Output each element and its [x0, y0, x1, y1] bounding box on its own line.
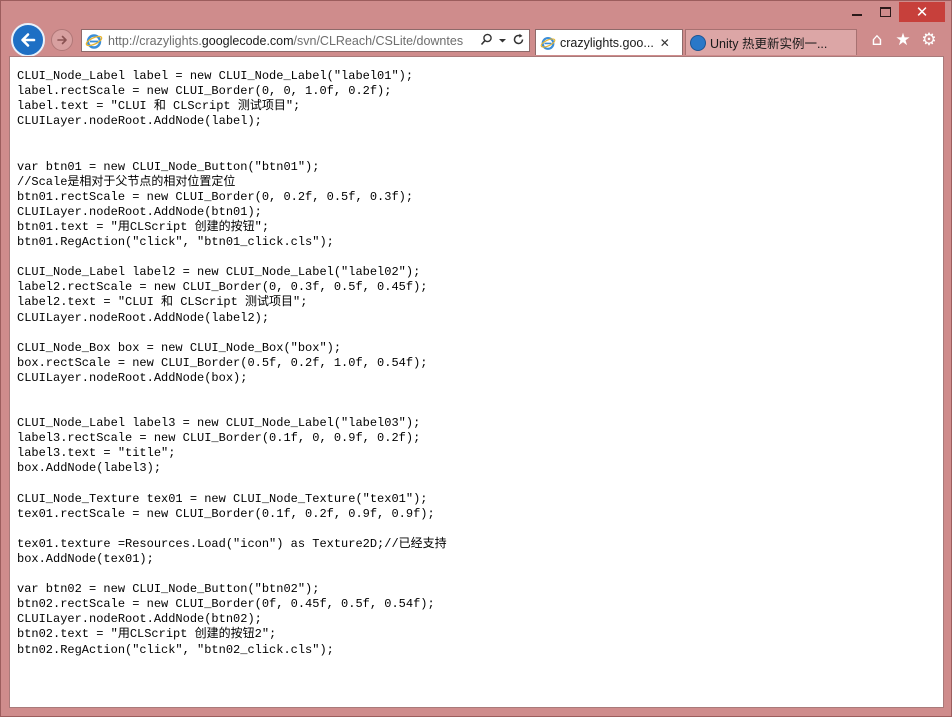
back-arrow-icon — [21, 33, 36, 47]
ie-tab-icon — [540, 36, 556, 50]
close-icon: ✕ — [915, 3, 929, 21]
code-line: var btn01 = new CLUI_Node_Button("btn01"… — [17, 159, 320, 174]
code-line: var btn02 = new CLUI_Node_Button("btn02"… — [17, 582, 320, 597]
code-line: CLUI_Node_Box box = new CLUI_Node_Box("b… — [17, 340, 342, 355]
address-url[interactable]: http://crazylights.googlecode.com/svn/CL… — [108, 34, 479, 48]
url-path: /svn/CLReach/CSLite/downtes — [293, 33, 464, 48]
code-line: btn02.RegAction("click", "btn02_click.cl… — [17, 642, 334, 657]
tab-close-icon[interactable]: ✕ — [660, 36, 670, 50]
window-caption-buttons: ✕ — [843, 2, 945, 22]
code-line: btn01.rectScale = new CLUI_Border(0, 0.2… — [17, 189, 414, 204]
code-line: CLUI_Node_Label label2 = new CLUI_Node_L… — [17, 265, 421, 280]
maximize-button[interactable] — [871, 2, 899, 22]
browser-window: ✕ http://crazylights.googlecode.com/svn/… — [0, 0, 952, 717]
code-line: CLUI_Node_Texture tex01 = new CLUI_Node_… — [17, 491, 428, 506]
source-code-text: CLUI_Node_Label label = new CLUI_Node_La… — [10, 57, 943, 658]
minimize-button[interactable] — [843, 2, 871, 22]
code-line: btn02.text = "用CLScript 创建的按钮2"; — [17, 627, 277, 642]
tab-label: Unity 热更新实例一... — [710, 37, 828, 51]
code-line: btn01.text = "用CLScript 创建的按钮"; — [17, 219, 270, 234]
site-favicon-icon — [690, 34, 706, 51]
code-line: label2.rectScale = new CLUI_Border(0, 0.… — [17, 280, 428, 295]
code-line: CLUILayer.nodeRoot.AddNode(label); — [17, 114, 262, 129]
browser-command-icons: ⌂ ★ ⚙ — [867, 30, 939, 50]
search-icon[interactable] — [479, 33, 493, 49]
code-line: box.rectScale = new CLUI_Border(0.5f, 0.… — [17, 355, 428, 370]
code-line: box.AddNode(label3); — [17, 461, 162, 476]
code-line: CLUI_Node_Label label3 = new CLUI_Node_L… — [17, 416, 421, 431]
dropdown-icon[interactable] — [495, 34, 509, 48]
page-content: CLUI_Node_Label label = new CLUI_Node_La… — [9, 56, 944, 708]
maximize-icon — [879, 7, 891, 17]
ie-page-icon — [85, 33, 103, 49]
code-line: tex01.texture =Resources.Load("icon") as… — [17, 536, 447, 551]
code-line: CLUI_Node_Label label = new CLUI_Node_La… — [17, 69, 414, 83]
tab-label: crazylights.goo... — [560, 35, 654, 50]
minimize-icon — [852, 14, 862, 16]
tab-unity[interactable]: Unity 热更新实例一... — [685, 29, 857, 55]
code-line: CLUILayer.nodeRoot.AddNode(box); — [17, 370, 248, 385]
tab-crazylights[interactable]: crazylights.goo... ✕ — [535, 29, 683, 55]
code-line: label3.rectScale = new CLUI_Border(0.1f,… — [17, 431, 421, 446]
code-line: box.AddNode(tex01); — [17, 552, 154, 566]
code-line: CLUILayer.nodeRoot.AddNode(btn02); — [17, 612, 262, 627]
code-line: tex01.rectScale = new CLUI_Border(0.1f, … — [17, 506, 435, 521]
address-bar[interactable]: http://crazylights.googlecode.com/svn/CL… — [81, 29, 530, 52]
url-domain: googlecode.com — [201, 33, 294, 48]
code-line: label.rectScale = new CLUI_Border(0, 0, … — [17, 84, 392, 99]
code-line: CLUILayer.nodeRoot.AddNode(label2); — [17, 310, 270, 325]
code-line: label.text = "CLUI 和 CLScript 测试项目"; — [17, 99, 301, 114]
code-line: btn02.rectScale = new CLUI_Border(0f, 0.… — [17, 597, 435, 612]
address-tools — [479, 33, 525, 49]
forward-arrow-icon — [57, 35, 67, 45]
code-line: //Scale是相对于父节点的相对位置定位 — [17, 174, 236, 189]
home-icon[interactable]: ⌂ — [867, 30, 887, 50]
refresh-icon[interactable] — [511, 33, 525, 49]
code-line: label3.text = "title"; — [17, 446, 176, 461]
code-line: label2.text = "CLUI 和 CLScript 测试项目"; — [17, 295, 308, 310]
forward-button[interactable] — [51, 29, 73, 51]
settings-gear-icon[interactable]: ⚙ — [919, 30, 939, 50]
back-button[interactable] — [11, 23, 45, 57]
code-line: CLUILayer.nodeRoot.AddNode(btn01); — [17, 204, 262, 219]
code-line: btn01.RegAction("click", "btn01_click.cl… — [17, 235, 334, 250]
url-prefix: http://crazylights. — [108, 33, 202, 48]
close-window-button[interactable]: ✕ — [899, 2, 945, 22]
favorites-star-icon[interactable]: ★ — [893, 30, 913, 50]
